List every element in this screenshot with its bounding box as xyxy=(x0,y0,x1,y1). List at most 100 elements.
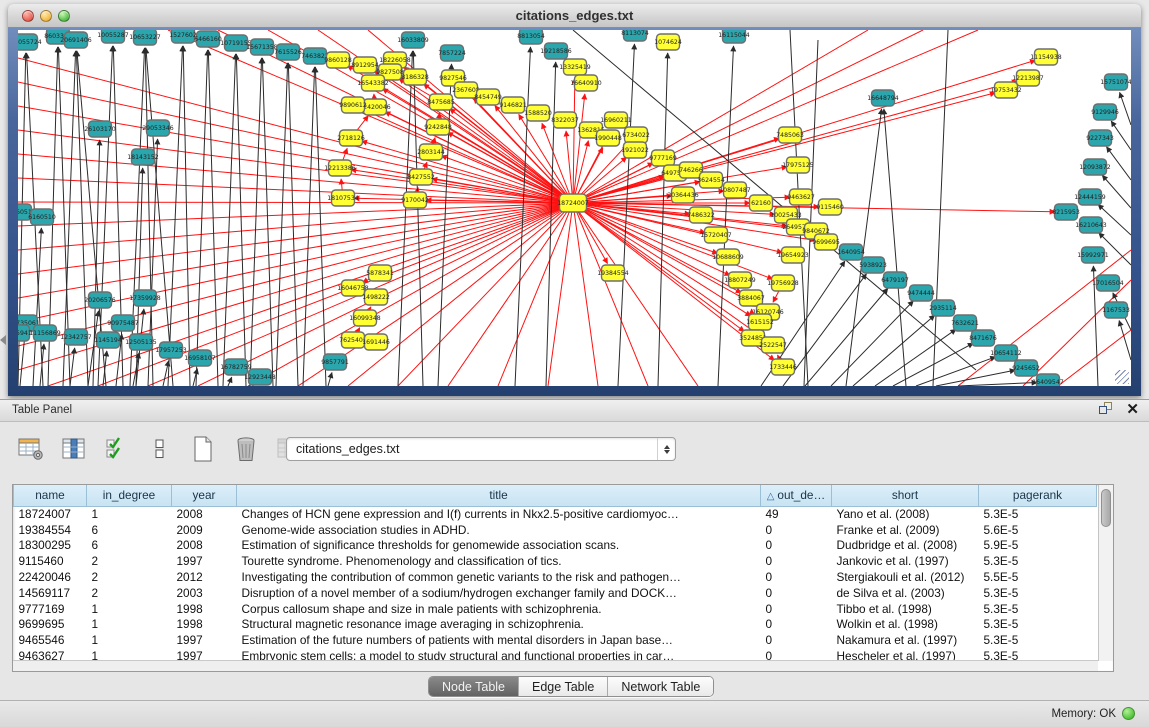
table-cell[interactable]: 2 xyxy=(87,585,172,601)
graph-node[interactable]: 3624554 xyxy=(697,172,725,188)
table-cell[interactable]: Nakamura et al. (1997) xyxy=(832,632,979,648)
graph-node[interactable]: 15751074 xyxy=(1100,74,1131,90)
graph-node[interactable]: 19753432 xyxy=(990,82,1022,98)
table-row[interactable]: 1830029562008Estimation of significance … xyxy=(14,538,1097,554)
graph-node[interactable]: 8813054 xyxy=(517,30,545,44)
graph-node[interactable]: 1167533 xyxy=(1102,302,1130,318)
graph-node[interactable]: 9699695 xyxy=(812,234,840,250)
table-cell[interactable]: 5.3E-5 xyxy=(979,506,1097,522)
table-cell[interactable]: Wolkin et al. (1998) xyxy=(832,617,979,633)
table-cell[interactable]: Disruption of a novel member of a sodium… xyxy=(237,585,761,601)
table-cell[interactable]: 0 xyxy=(761,617,832,633)
table-cell[interactable]: 9465546 xyxy=(14,632,87,648)
tab-network-table[interactable]: Network Table xyxy=(607,677,713,696)
graph-node[interactable]: 8475685 xyxy=(427,94,455,110)
table-cell[interactable]: 9699695 xyxy=(14,617,87,633)
column-header-out_de[interactable]: △out_de… xyxy=(761,485,832,506)
table-cell[interactable]: 1 xyxy=(87,617,172,633)
graph-node[interactable]: 9242848 xyxy=(424,119,452,135)
graph-node[interactable]: 10688609 xyxy=(712,249,744,265)
graph-node[interactable]: 8471676 xyxy=(969,330,997,346)
graph-node[interactable]: 1615152 xyxy=(746,314,774,330)
table-cell[interactable]: Changes of HCN gene expression and I(f) … xyxy=(237,506,761,522)
graph-node[interactable]: 17975125 xyxy=(782,157,814,173)
graph-node[interactable]: 12213386 xyxy=(324,160,356,176)
graph-node[interactable]: 19218586 xyxy=(540,43,572,59)
table-row[interactable]: 1872400712008Changes of HCN gene express… xyxy=(14,506,1097,522)
graph-node[interactable]: 1733446 xyxy=(769,359,797,375)
vertical-scrollbar-thumb[interactable] xyxy=(1101,489,1111,527)
graph-node[interactable]: 2803144 xyxy=(417,144,445,160)
graph-node[interactable]: 19756928 xyxy=(767,275,799,291)
graph-node[interactable]: 20364436 xyxy=(667,187,699,203)
table-cell[interactable]: 9777169 xyxy=(14,601,87,617)
graph-node[interactable]: 16409547 xyxy=(1032,374,1064,386)
graph-node[interactable]: 9115460 xyxy=(816,199,844,215)
table-cell[interactable]: 1998 xyxy=(172,617,237,633)
table-settings-icon[interactable] xyxy=(16,434,46,464)
table-cell[interactable]: 0 xyxy=(761,569,832,585)
graph-node[interactable]: 29053346 xyxy=(142,120,174,136)
table-cell[interactable]: 2009 xyxy=(172,522,237,538)
graph-node[interactable]: 15992971 xyxy=(1077,247,1109,263)
graph-node[interactable]: 12444159 xyxy=(1074,189,1106,205)
table-cell[interactable]: 14569117 xyxy=(14,585,87,601)
graph-node[interactable]: 16543382 xyxy=(357,75,389,91)
table-cell[interactable]: 5.6E-5 xyxy=(979,522,1097,538)
vertical-scrollbar[interactable] xyxy=(1098,485,1113,661)
graph-node[interactable]: 10653227 xyxy=(129,30,161,45)
table-cell[interactable]: 2012 xyxy=(172,569,237,585)
graph-node[interactable]: 10654112 xyxy=(990,345,1022,361)
graph-node[interactable]: 10055287 xyxy=(97,30,129,43)
table-cell[interactable]: 1997 xyxy=(172,553,237,569)
graph-node[interactable]: 8454749 xyxy=(474,89,502,105)
graph-node[interactable]: 7615526 xyxy=(274,44,302,60)
graph-node[interactable]: 18807249 xyxy=(724,272,756,288)
table-cell[interactable]: Jankovic et al. (1997) xyxy=(832,553,979,569)
graph-node[interactable]: 9890612 xyxy=(339,97,367,113)
graph-node[interactable]: 19384554 xyxy=(597,265,629,281)
close-panel-icon[interactable]: ✕ xyxy=(1126,402,1139,417)
graph-node[interactable]: 16033809 xyxy=(397,32,429,48)
tab-node-table[interactable]: Node Table xyxy=(429,677,518,696)
graph-node[interactable]: 6160510 xyxy=(28,209,56,225)
column-header-title[interactable]: title xyxy=(237,485,761,506)
table-cell[interactable]: Tibbo et al. (1998) xyxy=(832,601,979,617)
table-cell[interactable]: Franke et al. (2009) xyxy=(832,522,979,538)
graph-node[interactable]: 9245652 xyxy=(1012,360,1040,376)
table-cell[interactable]: 49 xyxy=(761,506,832,522)
graph-node[interactable]: 1691446 xyxy=(362,334,390,350)
table-cell[interactable]: 1 xyxy=(87,506,172,522)
table-cell[interactable]: 5.3E-5 xyxy=(979,617,1097,633)
table-cell[interactable]: Structural magnetic resonance image aver… xyxy=(237,617,761,633)
graph-node[interactable]: 7857224 xyxy=(438,45,466,61)
table-cell[interactable]: Dudbridge et al. (2008) xyxy=(832,538,979,554)
show-columns-icon[interactable] xyxy=(59,434,89,464)
table-cell[interactable]: 5.3E-5 xyxy=(979,585,1097,601)
table-cell[interactable]: 0 xyxy=(761,601,832,617)
table-cell[interactable]: 9115460 xyxy=(14,553,87,569)
graph-node[interactable]: 16958107 xyxy=(184,350,216,366)
memory-ok-indicator[interactable] xyxy=(1122,707,1135,720)
graph-node[interactable]: 62160 xyxy=(750,195,773,211)
table-cell[interactable]: Tourette syndrome. Phenomenology and cla… xyxy=(237,553,761,569)
table-cell[interactable]: 22420046 xyxy=(14,569,87,585)
graph-node[interactable]: 12093872 xyxy=(1079,159,1111,175)
citation-network-graph[interactable]: 2405572486033182069140610055287106532271… xyxy=(18,30,1131,386)
graph-node[interactable]: 9860128 xyxy=(324,52,352,68)
column-header-short[interactable]: short xyxy=(832,485,979,506)
graph-node[interactable]: 17016504 xyxy=(1092,275,1124,291)
graph-node[interactable]: 9474444 xyxy=(907,285,935,301)
graph-node[interactable]: 7485063 xyxy=(776,127,804,143)
table-row[interactable]: 969969511998Structural magnetic resonanc… xyxy=(14,617,1097,633)
graph-node[interactable]: 8322037 xyxy=(551,112,579,128)
graph-node[interactable]: 8912954 xyxy=(351,57,379,73)
column-header-name[interactable]: name xyxy=(14,485,87,506)
column-header-pagerank[interactable]: pagerank xyxy=(979,485,1097,506)
graph-node[interactable]: 1921022 xyxy=(621,142,649,158)
graph-node[interactable]: 2718126 xyxy=(337,130,365,146)
graph-node[interactable]: 8113074 xyxy=(621,30,649,41)
network-view-window[interactable]: citations_edges.txt 24055724860331820691… xyxy=(8,4,1141,396)
graph-node[interactable]: 1498222 xyxy=(362,289,390,305)
network-canvas[interactable]: 2405572486033182069140610055287106532271… xyxy=(18,30,1131,386)
